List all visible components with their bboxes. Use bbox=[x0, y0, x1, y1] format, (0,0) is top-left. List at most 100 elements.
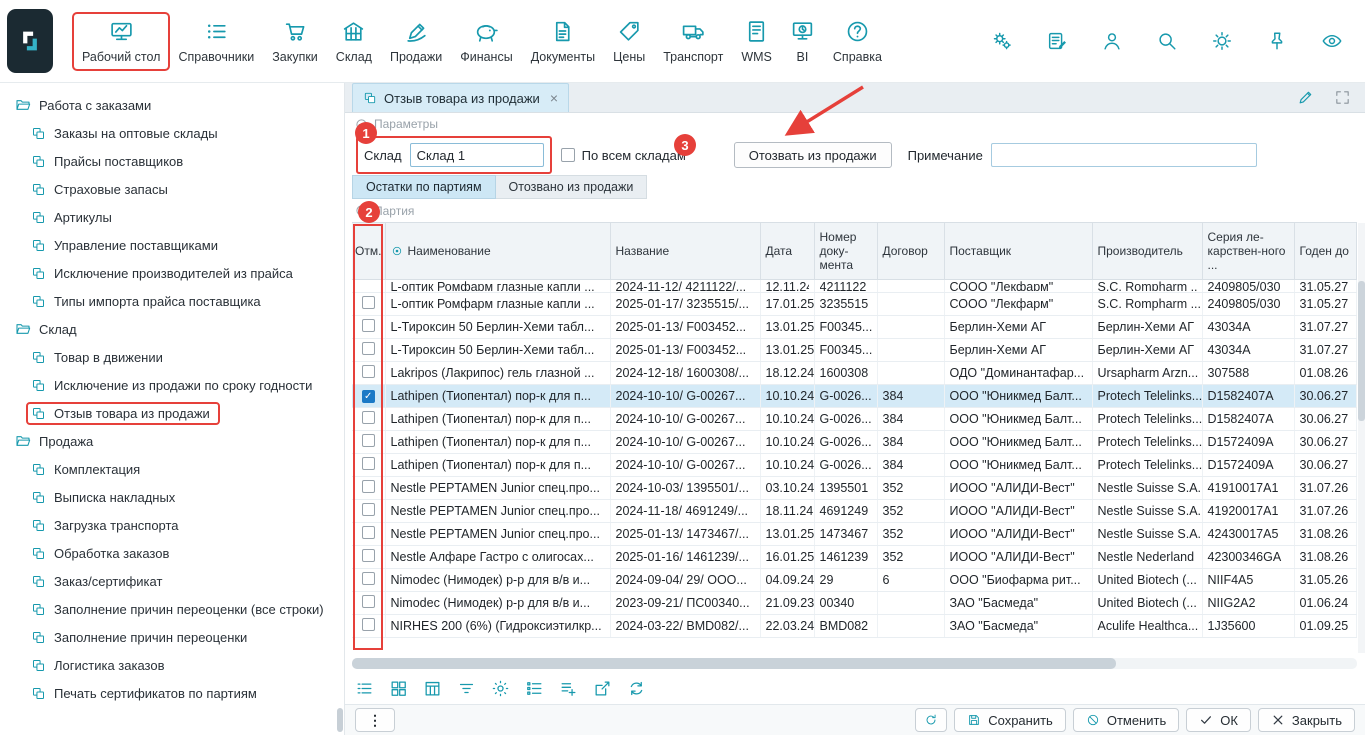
app-logo[interactable] bbox=[7, 9, 53, 73]
gear-icon[interactable] bbox=[491, 679, 510, 698]
settings-gears-icon[interactable] bbox=[991, 30, 1013, 52]
column-header-8[interactable]: Производитель bbox=[1092, 223, 1202, 279]
column-header-1[interactable]: Отм. bbox=[352, 223, 385, 279]
tree-item-4[interactable]: Страховые запасы bbox=[0, 175, 344, 203]
menu-item-11[interactable]: BI bbox=[781, 13, 824, 70]
tree-item-16[interactable]: Загрузка транспорта bbox=[0, 511, 344, 539]
grid-view-icon[interactable] bbox=[389, 679, 408, 698]
tree-item-14[interactable]: Комплектация bbox=[0, 455, 344, 483]
fullscreen-icon[interactable] bbox=[1334, 89, 1351, 106]
row-checkbox[interactable] bbox=[362, 390, 375, 403]
tree-item-5[interactable]: Артикулы bbox=[0, 203, 344, 231]
pin-icon[interactable] bbox=[1266, 30, 1288, 52]
vertical-scrollbar[interactable] bbox=[1358, 223, 1365, 653]
menu-item-12[interactable]: Справка bbox=[824, 13, 891, 70]
save-button[interactable]: Сохранить bbox=[954, 708, 1066, 732]
tree-item-8[interactable]: Типы импорта прайса поставщика bbox=[0, 287, 344, 315]
list-view-icon[interactable] bbox=[355, 679, 374, 698]
row-checkbox[interactable] bbox=[362, 572, 375, 585]
numbered-list-icon[interactable] bbox=[525, 679, 544, 698]
tree-item-6[interactable]: Управление поставщиками bbox=[0, 231, 344, 259]
row-checkbox[interactable] bbox=[362, 434, 375, 447]
row-checkbox[interactable] bbox=[362, 595, 375, 608]
row-checkbox[interactable] bbox=[362, 457, 375, 470]
table-row[interactable]: Lathipen (Тиопентал) пор-к для п...2024-… bbox=[352, 384, 1356, 407]
table-row[interactable]: Lathipen (Тиопентал) пор-к для п...2024-… bbox=[352, 407, 1356, 430]
tree-item-11[interactable]: Исключение из продажи по сроку годности bbox=[0, 371, 344, 399]
more-button[interactable]: ⋮ bbox=[355, 708, 395, 732]
column-header-10[interactable]: Годен до bbox=[1294, 223, 1356, 279]
subtab-2[interactable]: Отозвано из продажи bbox=[496, 175, 648, 199]
feedback-icon[interactable] bbox=[1046, 30, 1068, 52]
cancel-button[interactable]: Отменить bbox=[1073, 708, 1179, 732]
visibility-icon[interactable] bbox=[1321, 30, 1343, 52]
tree-item-7[interactable]: Исключение производителей из прайса bbox=[0, 259, 344, 287]
tree-item-18[interactable]: Заказ/сертификат bbox=[0, 567, 344, 595]
table-row[interactable]: Nestle Алфаре Гастро с олигосах...2025-0… bbox=[352, 545, 1356, 568]
tree-item-3[interactable]: Прайсы поставщиков bbox=[0, 147, 344, 175]
row-checkbox[interactable] bbox=[362, 480, 375, 493]
row-checkbox[interactable] bbox=[362, 365, 375, 378]
column-header-3[interactable]: Название bbox=[610, 223, 760, 279]
menu-item-5[interactable]: Продажи bbox=[381, 13, 451, 70]
tree-item-2[interactable]: Заказы на оптовые склады bbox=[0, 119, 344, 147]
column-header-7[interactable]: Поставщик bbox=[944, 223, 1092, 279]
tree-folder-13[interactable]: Продажа bbox=[0, 427, 344, 455]
table-row[interactable]: L-оптик Ромфарм глазные капли ...2025-01… bbox=[352, 292, 1356, 315]
table-row[interactable]: Nestle PEPTAMEN Junior спец.про...2024-1… bbox=[352, 476, 1356, 499]
open-external-icon[interactable] bbox=[593, 679, 612, 698]
table-row[interactable]: Lakripos (Лакрипос) гель глазной ...2024… bbox=[352, 361, 1356, 384]
column-header-9[interactable]: Серия ле-карствен-ного ... bbox=[1202, 223, 1294, 279]
row-checkbox[interactable] bbox=[362, 526, 375, 539]
sidebar-scrollbar-thumb[interactable] bbox=[337, 708, 343, 732]
row-checkbox[interactable] bbox=[362, 503, 375, 516]
brightness-icon[interactable] bbox=[1211, 30, 1233, 52]
menu-item-6[interactable]: Финансы bbox=[451, 13, 521, 70]
tree-item-20[interactable]: Заполнение причин переоценки bbox=[0, 623, 344, 651]
column-header-5[interactable]: Номер доку-мента bbox=[814, 223, 877, 279]
add-row-icon[interactable] bbox=[559, 679, 578, 698]
tree-item-17[interactable]: Обработка заказов bbox=[0, 539, 344, 567]
tab-recall-from-sale[interactable]: Отзыв товара из продажи × bbox=[352, 83, 569, 112]
table-row[interactable]: Lathipen (Тиопентал) пор-к для п...2024-… bbox=[352, 453, 1356, 476]
tree-item-21[interactable]: Логистика заказов bbox=[0, 651, 344, 679]
table-row[interactable]: NIRHES 200 (6%) (Гидроксиэтилкр...2024-0… bbox=[352, 614, 1356, 637]
table-row[interactable]: L-оптик Ромфарм глазные капли ...2024-11… bbox=[352, 279, 1356, 292]
tree-item-22[interactable]: Печать сертификатов по партиям bbox=[0, 679, 344, 707]
refresh-loop-icon[interactable] bbox=[627, 679, 646, 698]
row-checkbox[interactable] bbox=[362, 342, 375, 355]
close-button[interactable]: Закрыть bbox=[1258, 708, 1355, 732]
subtab-1[interactable]: Остатки по партиям bbox=[352, 175, 496, 199]
table-row[interactable]: Lathipen (Тиопентал) пор-к для п...2024-… bbox=[352, 430, 1356, 453]
tree-item-12[interactable]: Отзыв товара из продажи bbox=[0, 399, 344, 427]
vscroll-thumb[interactable] bbox=[1358, 281, 1365, 421]
menu-item-7[interactable]: Документы bbox=[522, 13, 604, 70]
hscroll-thumb[interactable] bbox=[352, 658, 1116, 669]
menu-item-1[interactable]: Рабочий стол bbox=[73, 13, 169, 70]
row-checkbox[interactable] bbox=[362, 549, 375, 562]
params-section-header[interactable]: Параметры bbox=[345, 113, 1365, 135]
menu-item-4[interactable]: Склад bbox=[327, 13, 381, 70]
recall-from-sale-button[interactable]: Отозвать из продажи bbox=[734, 142, 892, 168]
menu-item-2[interactable]: Справочники bbox=[169, 13, 263, 70]
table-row[interactable]: L-Тироксин 50 Берлин-Хеми табл...2025-01… bbox=[352, 338, 1356, 361]
ok-button[interactable]: ОК bbox=[1186, 708, 1251, 732]
table-row[interactable]: L-Тироксин 50 Берлин-Хеми табл...2025-01… bbox=[352, 315, 1356, 338]
row-checkbox[interactable] bbox=[362, 296, 375, 309]
column-header-6[interactable]: Договор bbox=[877, 223, 944, 279]
note-input[interactable] bbox=[991, 143, 1257, 167]
search-icon[interactable] bbox=[1156, 30, 1178, 52]
tree-folder-1[interactable]: Работа с заказами bbox=[0, 91, 344, 119]
column-header-4[interactable]: Дата bbox=[760, 223, 814, 279]
filter-icon[interactable] bbox=[457, 679, 476, 698]
row-checkbox[interactable] bbox=[362, 618, 375, 631]
table-row[interactable]: Nimodec (Нимодек) р-р для в/в и...2023-0… bbox=[352, 591, 1356, 614]
all-warehouses-checkbox[interactable] bbox=[561, 148, 575, 162]
tree-item-15[interactable]: Выписка накладных bbox=[0, 483, 344, 511]
row-checkbox[interactable] bbox=[362, 411, 375, 424]
tab-close-icon[interactable]: × bbox=[550, 90, 558, 106]
row-checkbox[interactable] bbox=[362, 319, 375, 332]
party-section-header[interactable]: Партия bbox=[345, 199, 1365, 222]
table-row[interactable]: Nestle PEPTAMEN Junior спец.про...2025-0… bbox=[352, 522, 1356, 545]
table-view-icon[interactable] bbox=[423, 679, 442, 698]
